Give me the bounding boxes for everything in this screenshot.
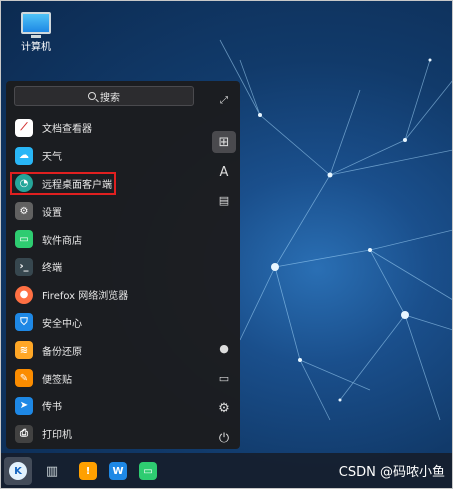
security-center-icon: ⛉ bbox=[15, 313, 33, 332]
file-manager-icon: ! bbox=[79, 462, 97, 480]
computer-icon bbox=[21, 12, 51, 38]
watermark: CSDN @码哝小鱼 bbox=[338, 465, 445, 480]
file-manager-button[interactable]: ! bbox=[74, 457, 102, 485]
search-icon bbox=[88, 92, 96, 100]
app-item-terminal[interactable]: ›_ 终端 bbox=[6, 253, 204, 281]
sticky-notes-icon: ✎ bbox=[15, 369, 33, 388]
kylin-manager-icon: W bbox=[109, 462, 127, 480]
app-label: 天气 bbox=[42, 152, 62, 164]
settings-icon[interactable]: ⚙ bbox=[212, 397, 236, 419]
taskbar: K ▥ ! W ▭ CSDN @码哝小鱼 bbox=[0, 453, 453, 489]
app-label: 打印机 bbox=[42, 430, 72, 442]
app-store-button[interactable]: ▭ bbox=[134, 457, 162, 485]
app-item-printer[interactable]: ⎙ 打印机 bbox=[6, 420, 204, 448]
category-icon[interactable]: ▤ bbox=[212, 189, 236, 211]
file-transfer-icon: ➤ bbox=[15, 396, 33, 415]
app-label: 备份还原 bbox=[42, 346, 82, 358]
user-icon[interactable]: ● bbox=[212, 337, 236, 359]
firefox-icon: ● bbox=[15, 285, 33, 304]
app-item-app-store[interactable]: ▭ 软件商店 bbox=[6, 225, 204, 253]
app-item-security-center[interactable]: ⛉ 安全中心 bbox=[6, 309, 204, 337]
app-label: 传书 bbox=[42, 402, 62, 414]
printer-icon: ⎙ bbox=[15, 424, 33, 443]
app-label: Firefox 网络浏览器 bbox=[42, 291, 129, 303]
monitor-icon[interactable]: ▭ bbox=[212, 367, 236, 389]
multitask-view-icon: ▥ bbox=[45, 463, 59, 479]
search-input[interactable]: 搜索 bbox=[14, 86, 194, 106]
weather-icon: ☁ bbox=[15, 146, 33, 165]
app-item-file-transfer[interactable]: ➤ 传书 bbox=[6, 392, 204, 420]
letter-sort-icon[interactable]: A bbox=[212, 161, 236, 183]
multitask-view-button[interactable]: ▥ bbox=[38, 457, 66, 485]
start-menu: 搜索 ⟋ 文档查看器 ☁ 天气 ◔ 远程桌面客户端 ⚙ 设置 ▭ 软件商店 ›_ 终端 ● F… bbox=[6, 81, 240, 449]
desktop-computer-icon[interactable]: 计算机 bbox=[14, 12, 58, 53]
app-label: 远程桌面客户端 bbox=[42, 179, 112, 191]
app-item-remote-desktop[interactable]: ◔ 远程桌面客户端 bbox=[6, 170, 204, 198]
app-item-document-viewer[interactable]: ⟋ 文档查看器 bbox=[6, 114, 204, 142]
app-label: 终端 bbox=[42, 263, 62, 275]
app-item-firefox[interactable]: ● Firefox 网络浏览器 bbox=[6, 281, 204, 309]
app-label: 设置 bbox=[42, 207, 62, 219]
desktop-computer-label: 计算机 bbox=[21, 42, 51, 53]
app-label: 安全中心 bbox=[42, 318, 82, 330]
app-item-settings[interactable]: ⚙ 设置 bbox=[6, 197, 204, 225]
start-menu-button[interactable]: K bbox=[4, 457, 32, 485]
search-label: 搜索 bbox=[100, 92, 120, 104]
kylin-manager-button[interactable]: W bbox=[104, 457, 132, 485]
app-label: 软件商店 bbox=[42, 235, 82, 247]
power-icon[interactable]: ⏻ bbox=[212, 427, 236, 449]
backup-restore-icon: ≋ bbox=[15, 341, 33, 360]
grid-view-icon[interactable]: ⊞ bbox=[212, 131, 236, 153]
document-viewer-icon: ⟋ bbox=[15, 118, 33, 137]
app-item-backup-restore[interactable]: ≋ 备份还原 bbox=[6, 336, 204, 364]
app-item-sticky-notes[interactable]: ✎ 便签贴 bbox=[6, 364, 204, 392]
app-store-icon: ▭ bbox=[15, 230, 33, 249]
start-menu-icon: K bbox=[9, 462, 27, 480]
app-item-weather[interactable]: ☁ 天气 bbox=[6, 142, 204, 170]
remote-desktop-icon: ◔ bbox=[15, 174, 33, 193]
settings-icon: ⚙ bbox=[15, 202, 33, 221]
app-label: 便签贴 bbox=[42, 374, 72, 386]
terminal-icon: ›_ bbox=[15, 257, 33, 276]
app-label: 文档查看器 bbox=[42, 124, 92, 136]
expand-icon[interactable]: ⤢ bbox=[212, 89, 236, 111]
app-store-icon: ▭ bbox=[139, 462, 157, 480]
